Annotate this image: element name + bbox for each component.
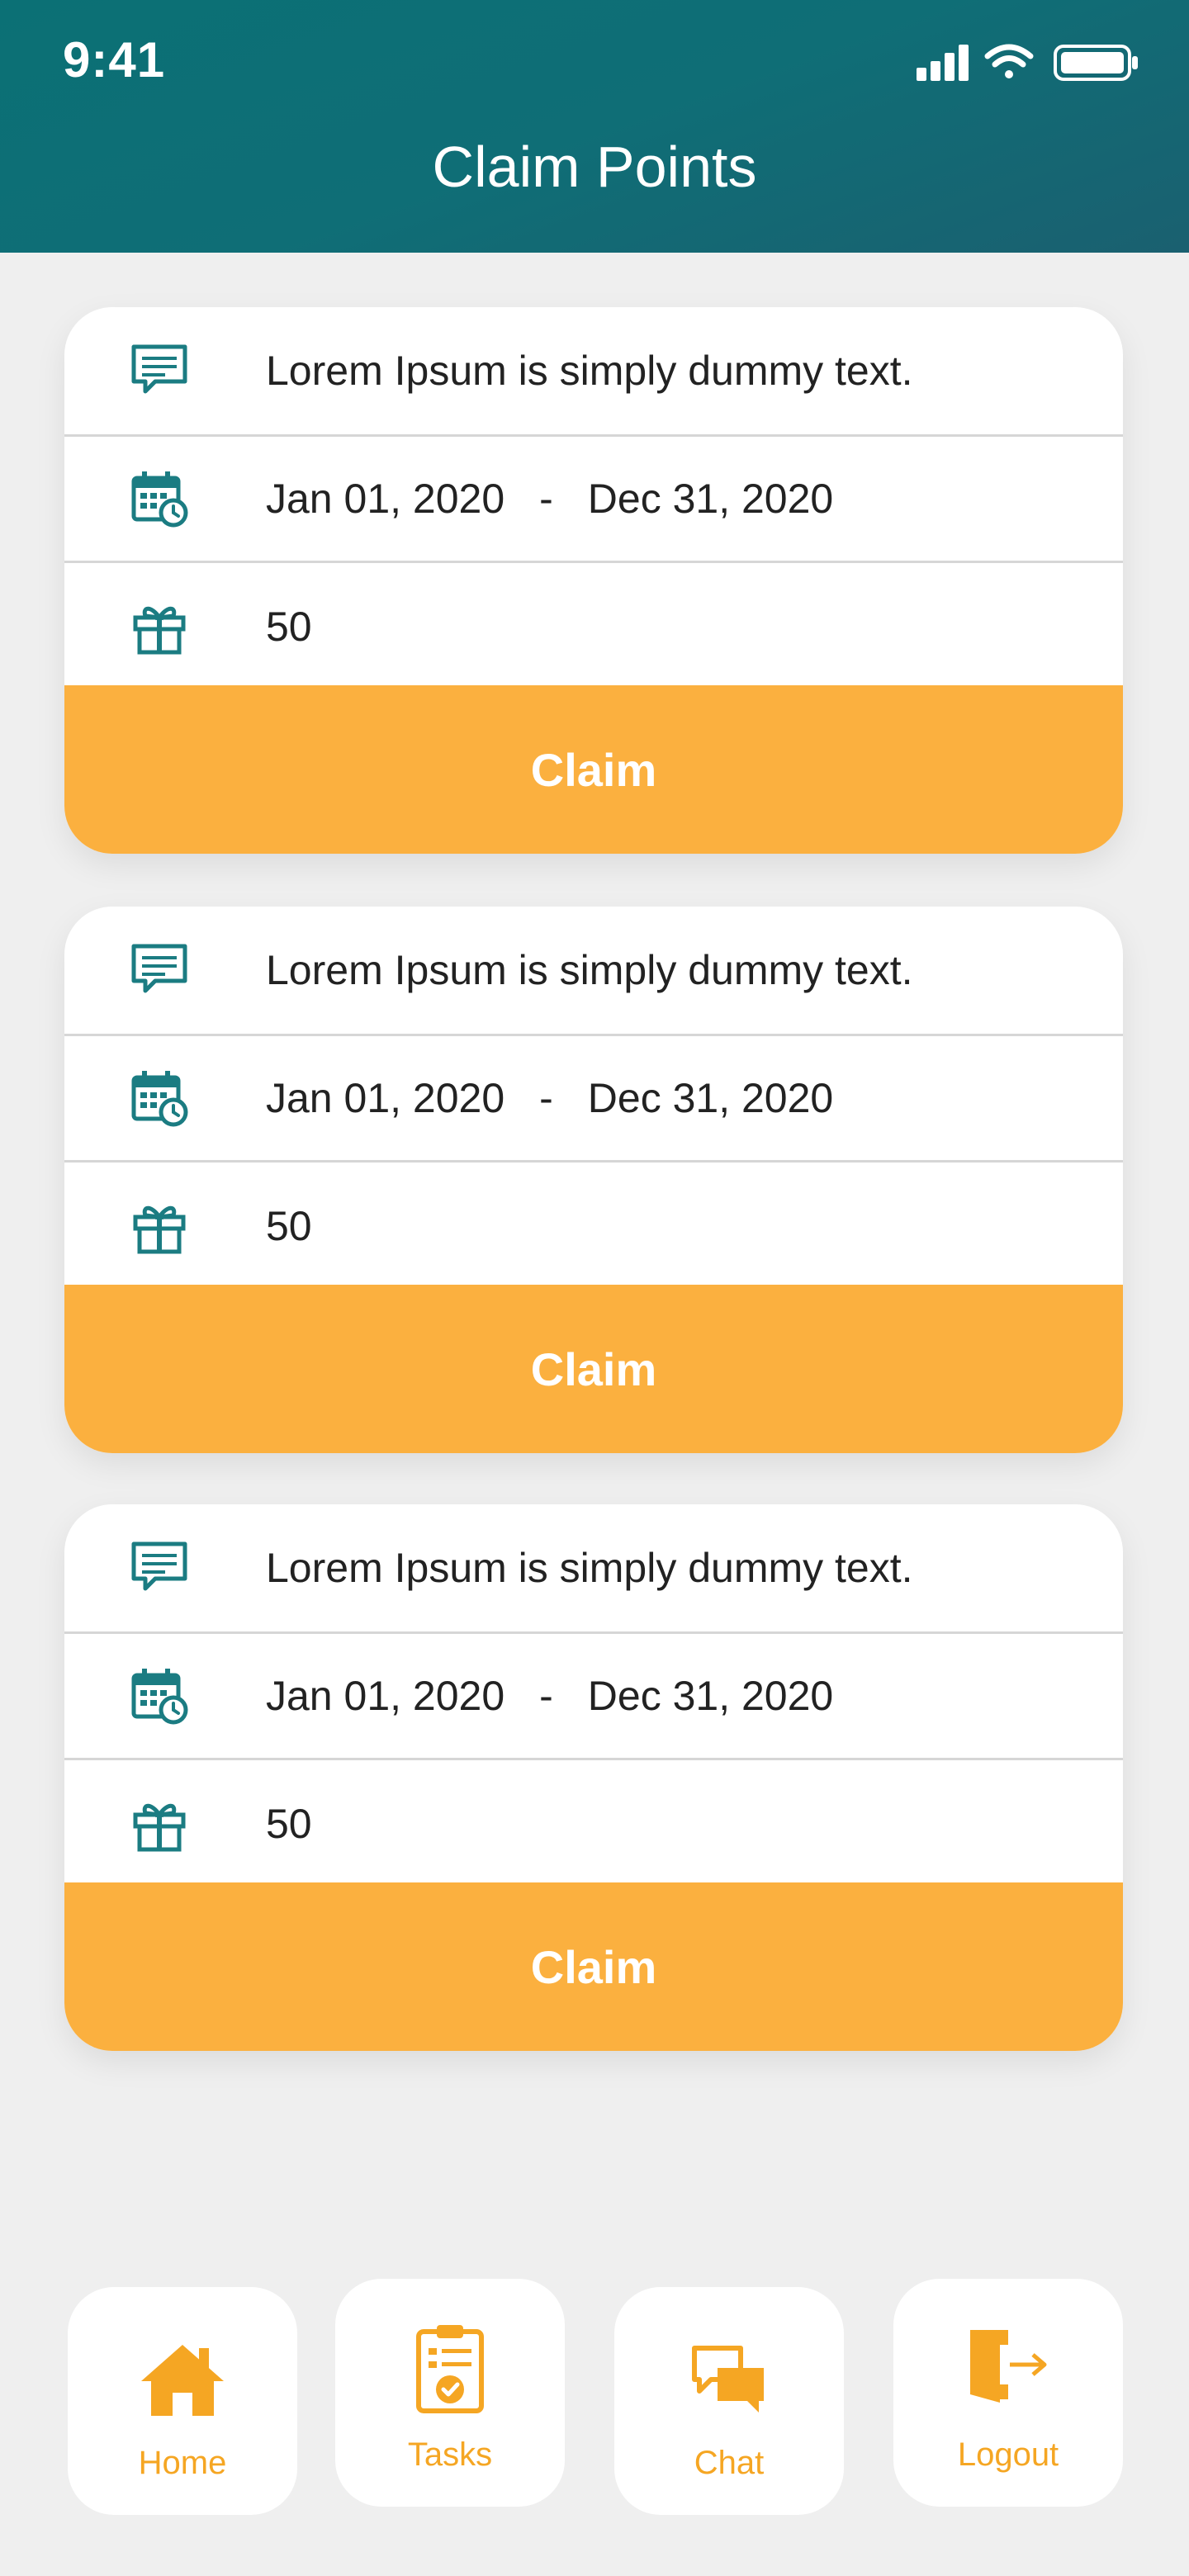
battery-icon <box>1054 45 1138 81</box>
claim-card: Lorem Ipsum is simply dummy text. Jan 01,… <box>64 307 1123 854</box>
message-text: Lorem Ipsum is simply dummy text. <box>266 947 913 993</box>
points-value: 50 <box>266 1203 312 1249</box>
calendar-clock-icon <box>131 471 188 528</box>
nav-chat-button[interactable]: Chat <box>614 2287 844 2515</box>
date-separator: - <box>539 476 553 522</box>
date-range-row: Jan 01, 2020- Dec 31, 2020 <box>64 1634 1123 1758</box>
date-range-row: Jan 01, 2020- Dec 31, 2020 <box>64 437 1123 561</box>
claim-button[interactable]: Claim <box>64 685 1123 854</box>
end-date: Dec 31, 2020 <box>587 476 834 522</box>
message-icon <box>131 344 187 394</box>
start-date: Jan 01, 2020 <box>266 1673 505 1719</box>
claim-button[interactable]: Claim <box>64 1285 1123 1453</box>
nav-chat-label: Chat <box>694 2445 765 2481</box>
start-date: Jan 01, 2020 <box>266 1075 505 1121</box>
end-date: Dec 31, 2020 <box>587 1673 834 1719</box>
gift-icon <box>133 606 186 655</box>
start-date: Jan 01, 2020 <box>266 476 505 522</box>
points-row: 50 <box>64 1163 1123 1290</box>
claim-card: Lorem Ipsum is simply dummy text. Jan 01,… <box>64 1504 1123 2051</box>
nav-tasks-button[interactable]: Tasks <box>335 2279 565 2507</box>
calendar-clock-icon <box>131 1669 188 1725</box>
end-date: Dec 31, 2020 <box>587 1075 834 1121</box>
date-separator: - <box>539 1075 553 1121</box>
points-row: 50 <box>64 563 1123 690</box>
calendar-clock-icon <box>131 1071 188 1127</box>
date-separator: - <box>539 1673 553 1719</box>
gift-icon <box>133 1803 186 1852</box>
message-text: Lorem Ipsum is simply dummy text. <box>266 348 913 394</box>
claim-card: Lorem Ipsum is simply dummy text. Jan 01,… <box>64 907 1123 1453</box>
message-icon <box>131 944 187 993</box>
gift-icon <box>133 1205 186 1254</box>
points-value: 50 <box>266 1801 312 1847</box>
nav-home-button[interactable]: Home <box>68 2287 297 2515</box>
clipboard-check-icon <box>416 2325 484 2413</box>
date-range: Jan 01, 2020- Dec 31, 2020 <box>266 475 833 523</box>
date-range: Jan 01, 2020- Dec 31, 2020 <box>266 1672 833 1720</box>
home-icon <box>141 2345 224 2416</box>
date-range: Jan 01, 2020- Dec 31, 2020 <box>266 1074 833 1122</box>
chat-bubbles-icon <box>692 2346 764 2413</box>
date-range-row: Jan 01, 2020- Dec 31, 2020 <box>64 1036 1123 1160</box>
signal-icon <box>917 45 969 81</box>
message-row: Lorem Ipsum is simply dummy text. <box>64 307 1123 434</box>
nav-logout-label: Logout <box>957 2436 1059 2473</box>
message-row: Lorem Ipsum is simply dummy text. <box>64 907 1123 1034</box>
nav-logout-button[interactable]: Logout <box>893 2279 1123 2507</box>
status-time: 9:41 <box>63 32 166 88</box>
logout-door-icon <box>970 2330 1047 2403</box>
points-row: 50 <box>64 1760 1123 1887</box>
nav-tasks-label: Tasks <box>407 2436 493 2473</box>
message-text: Lorem Ipsum is simply dummy text. <box>266 1545 913 1591</box>
wifi-icon <box>984 44 1034 78</box>
header: 9:41 Claim Points <box>0 0 1189 253</box>
page-title: Claim Points <box>432 135 757 199</box>
status-icons <box>917 44 1138 81</box>
message-row: Lorem Ipsum is simply dummy text. <box>64 1504 1123 1631</box>
nav-home-label: Home <box>138 2445 227 2481</box>
claim-button[interactable]: Claim <box>64 1882 1123 2051</box>
points-value: 50 <box>266 604 312 650</box>
message-icon <box>131 1541 187 1591</box>
